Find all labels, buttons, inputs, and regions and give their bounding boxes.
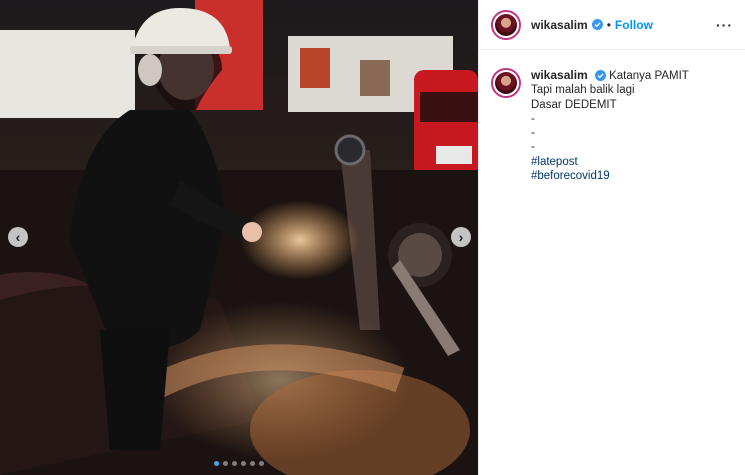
caption-line: - [531,141,535,154]
username-link[interactable]: wikasalim [531,18,588,32]
carousel-dot [250,461,255,466]
verified-badge-icon [594,70,606,82]
caption-line: Tapi malah balik lagi [531,84,635,97]
verified-badge-icon [591,19,603,30]
hashtag-link[interactable]: #beforecovid19 [531,169,689,183]
hashtag-link[interactable]: #latepost [531,155,689,169]
carousel-dot [241,461,246,466]
caption: wikasalim Katanya PAMIT Tapi malah balik… [479,50,745,183]
carousel-indicator [0,461,478,466]
caption-line: - [531,112,535,125]
caption-username-link[interactable]: wikasalim [531,68,588,82]
caption-body: wikasalim Katanya PAMIT Tapi malah balik… [531,68,689,183]
separator-dot: • [606,17,611,32]
carousel-dot [214,461,219,466]
caption-line: Dasar DEDEMIT [531,98,617,111]
follow-button[interactable]: Follow [615,18,653,32]
caption-avatar[interactable] [491,68,521,98]
carousel-dot [223,461,228,466]
more-options-icon[interactable]: ··· [716,17,733,33]
post-media[interactable]: ‹ › [0,0,478,475]
avatar[interactable] [491,9,521,40]
post-photo [0,0,478,475]
post-header: wikasalim • Follow ··· [479,0,745,50]
chevron-right-icon[interactable]: › [451,227,471,247]
caption-first-line: Katanya PAMIT [609,70,689,82]
post-sidebar: wikasalim • Follow ··· wikasalim Katanya… [478,0,745,475]
instagram-post: ‹ › wikasalim • Follow ··· wikasalim Kat… [0,0,745,475]
carousel-dot [232,461,237,466]
carousel-dot [259,461,264,466]
chevron-left-icon[interactable]: ‹ [8,227,28,247]
caption-line: - [531,127,535,140]
